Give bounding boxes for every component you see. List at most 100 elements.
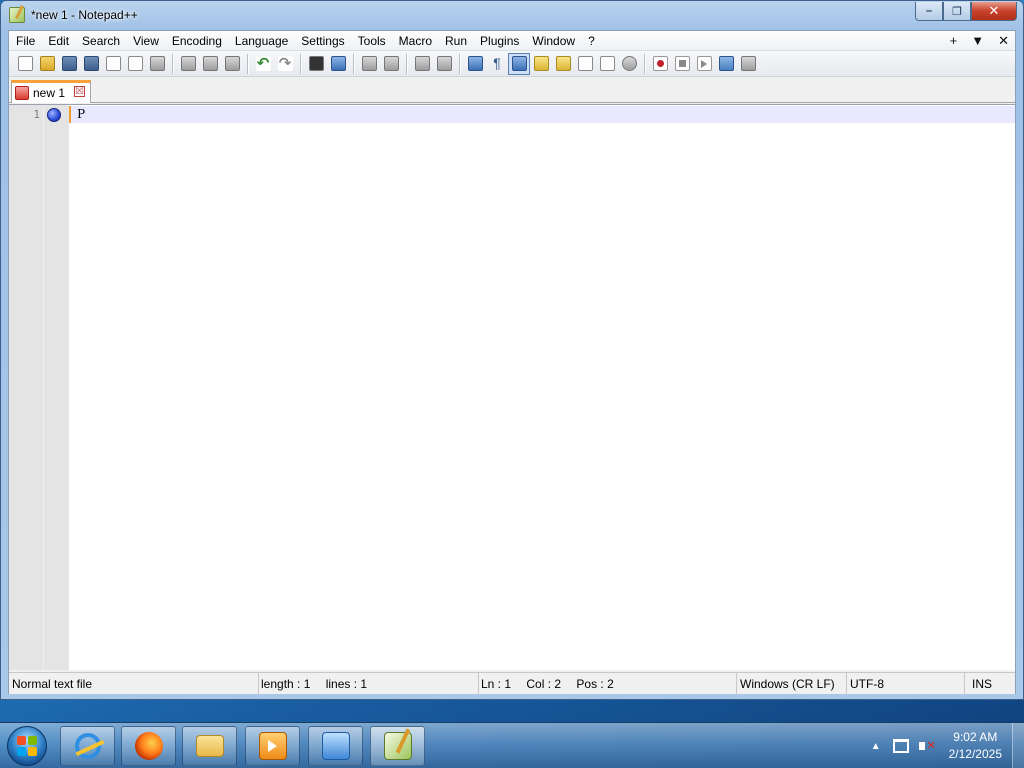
- title-bar[interactable]: *new 1 - Notepad++ – ❐ ✕: [1, 1, 1023, 29]
- menu-window[interactable]: Window: [526, 31, 582, 51]
- new-icon: [17, 56, 33, 71]
- record-macro-button[interactable]: [649, 53, 671, 75]
- save-button[interactable]: [58, 53, 80, 75]
- save-macro-icon: [740, 56, 756, 71]
- save-all-button[interactable]: [80, 53, 102, 75]
- function-list-icon: [577, 56, 593, 71]
- playback-button[interactable]: [693, 53, 715, 75]
- menu-language[interactable]: Language: [228, 31, 294, 51]
- close-file-button[interactable]: [102, 53, 124, 75]
- tab-list-dropdown-button[interactable]: ▼: [971, 31, 984, 51]
- clock[interactable]: 9:02 AM 2/12/2025: [949, 729, 1002, 763]
- cut-button[interactable]: [177, 53, 199, 75]
- stop-recording-button[interactable]: [671, 53, 693, 75]
- function-list-button[interactable]: [574, 53, 596, 75]
- taskbar-firefox[interactable]: [121, 726, 176, 766]
- taskbar-notepad-plus-plus[interactable]: [370, 726, 425, 766]
- print-button[interactable]: [146, 53, 168, 75]
- zoom-in-button[interactable]: [358, 53, 380, 75]
- taskbar-media-player[interactable]: [245, 726, 300, 766]
- menu-run[interactable]: Run: [439, 31, 474, 51]
- open-icon: [39, 56, 55, 71]
- menu-tools[interactable]: Tools: [351, 31, 392, 51]
- run-macro-multiple-button[interactable]: [715, 53, 737, 75]
- notepad-app-icon[interactable]: [9, 7, 25, 23]
- close-all-button[interactable]: [124, 53, 146, 75]
- status-ln: Ln : 1: [481, 677, 512, 691]
- line-text[interactable]: P: [77, 107, 85, 121]
- new-file-button[interactable]: [14, 53, 36, 75]
- sync-vertical-button[interactable]: [411, 53, 433, 75]
- tab-close-icon[interactable]: ☒: [74, 86, 85, 97]
- stop-recording-icon: [674, 56, 690, 71]
- editor-area[interactable]: 1 P: [9, 104, 1015, 670]
- menu-settings[interactable]: Settings: [295, 31, 351, 51]
- folder-as-workspace-button[interactable]: [596, 53, 618, 75]
- toolbar-separator: [459, 53, 460, 74]
- indent-guide-button[interactable]: [508, 52, 530, 75]
- menu-help[interactable]: ?: [582, 31, 602, 51]
- line-number-margin: 1: [9, 105, 43, 670]
- document-map-button[interactable]: [552, 53, 574, 75]
- show-desktop-button[interactable]: [1012, 723, 1024, 768]
- show-all-characters-button[interactable]: ¶: [486, 53, 508, 75]
- volume-muted-icon[interactable]: [918, 739, 936, 753]
- open-file-button[interactable]: [36, 53, 58, 75]
- network-status-icon[interactable]: [892, 739, 909, 753]
- word-wrap-button[interactable]: [464, 53, 486, 75]
- menu-plugins[interactable]: Plugins: [474, 31, 526, 51]
- tab-new-1[interactable]: new 1 ☒: [11, 80, 91, 103]
- bookmark-margin[interactable]: [43, 105, 69, 670]
- status-eol[interactable]: Windows (CR LF): [737, 673, 847, 695]
- status-insert-mode[interactable]: INS: [965, 673, 1015, 695]
- menu-edit[interactable]: Edit: [42, 31, 76, 51]
- document-map-icon: [555, 56, 571, 71]
- menu-search[interactable]: Search: [76, 31, 127, 51]
- redo-button[interactable]: ↷: [274, 53, 296, 75]
- tab-bar: new 1 ☒: [9, 77, 1015, 103]
- save-macro-button[interactable]: [737, 53, 759, 75]
- start-button[interactable]: [7, 726, 47, 766]
- minimize-button[interactable]: –: [915, 2, 943, 21]
- sync-horizontal-icon: [436, 56, 452, 71]
- zoom-out-button[interactable]: [380, 53, 402, 75]
- maximize-button[interactable]: ❐: [943, 2, 971, 21]
- new-tab-plus-button[interactable]: +: [950, 31, 958, 51]
- bookmark-icon[interactable]: [47, 108, 61, 122]
- taskbar-internet-explorer[interactable]: [60, 726, 115, 766]
- show-hidden-icons-chevron-icon[interactable]: ▲: [871, 741, 881, 752]
- undo-button[interactable]: ↶: [252, 53, 274, 75]
- firefox-icon: [134, 732, 163, 760]
- sync-horizontal-button[interactable]: [433, 53, 455, 75]
- word-wrap-icon: [467, 56, 483, 71]
- status-file-type: Normal text file: [9, 673, 259, 695]
- paste-icon: [224, 56, 240, 71]
- monitoring-button[interactable]: [618, 53, 640, 75]
- internet-explorer-icon: [74, 733, 101, 759]
- toolbar-separator: [406, 53, 407, 74]
- close-document-button[interactable]: ✕: [998, 31, 1009, 51]
- status-encoding[interactable]: UTF-8: [847, 673, 965, 695]
- caption-buttons: – ❐ ✕: [915, 2, 1017, 21]
- show-all-characters-icon: ¶: [493, 55, 501, 71]
- replace-icon: [330, 56, 346, 71]
- replace-button[interactable]: [327, 53, 349, 75]
- user-defined-language-button[interactable]: [530, 53, 552, 75]
- indent-guide-icon: [511, 56, 527, 71]
- menu-macro[interactable]: Macro: [392, 31, 438, 51]
- unsaved-document-icon: [15, 86, 29, 100]
- playback-icon: [696, 56, 712, 71]
- paste-button[interactable]: [221, 53, 243, 75]
- status-col: Col : 2: [526, 677, 562, 691]
- taskbar-windows-explorer[interactable]: [182, 726, 237, 766]
- menu-encoding[interactable]: Encoding: [165, 31, 228, 51]
- folder-icon: [195, 735, 224, 757]
- close-button[interactable]: ✕: [971, 2, 1017, 21]
- copy-button[interactable]: [199, 53, 221, 75]
- taskbar-network[interactable]: [308, 726, 363, 766]
- find-button[interactable]: [305, 53, 327, 75]
- menu-file[interactable]: File: [9, 31, 42, 51]
- clock-time: 9:02 AM: [953, 730, 998, 744]
- menu-view[interactable]: View: [127, 31, 166, 51]
- toolbar-separator: [300, 53, 301, 74]
